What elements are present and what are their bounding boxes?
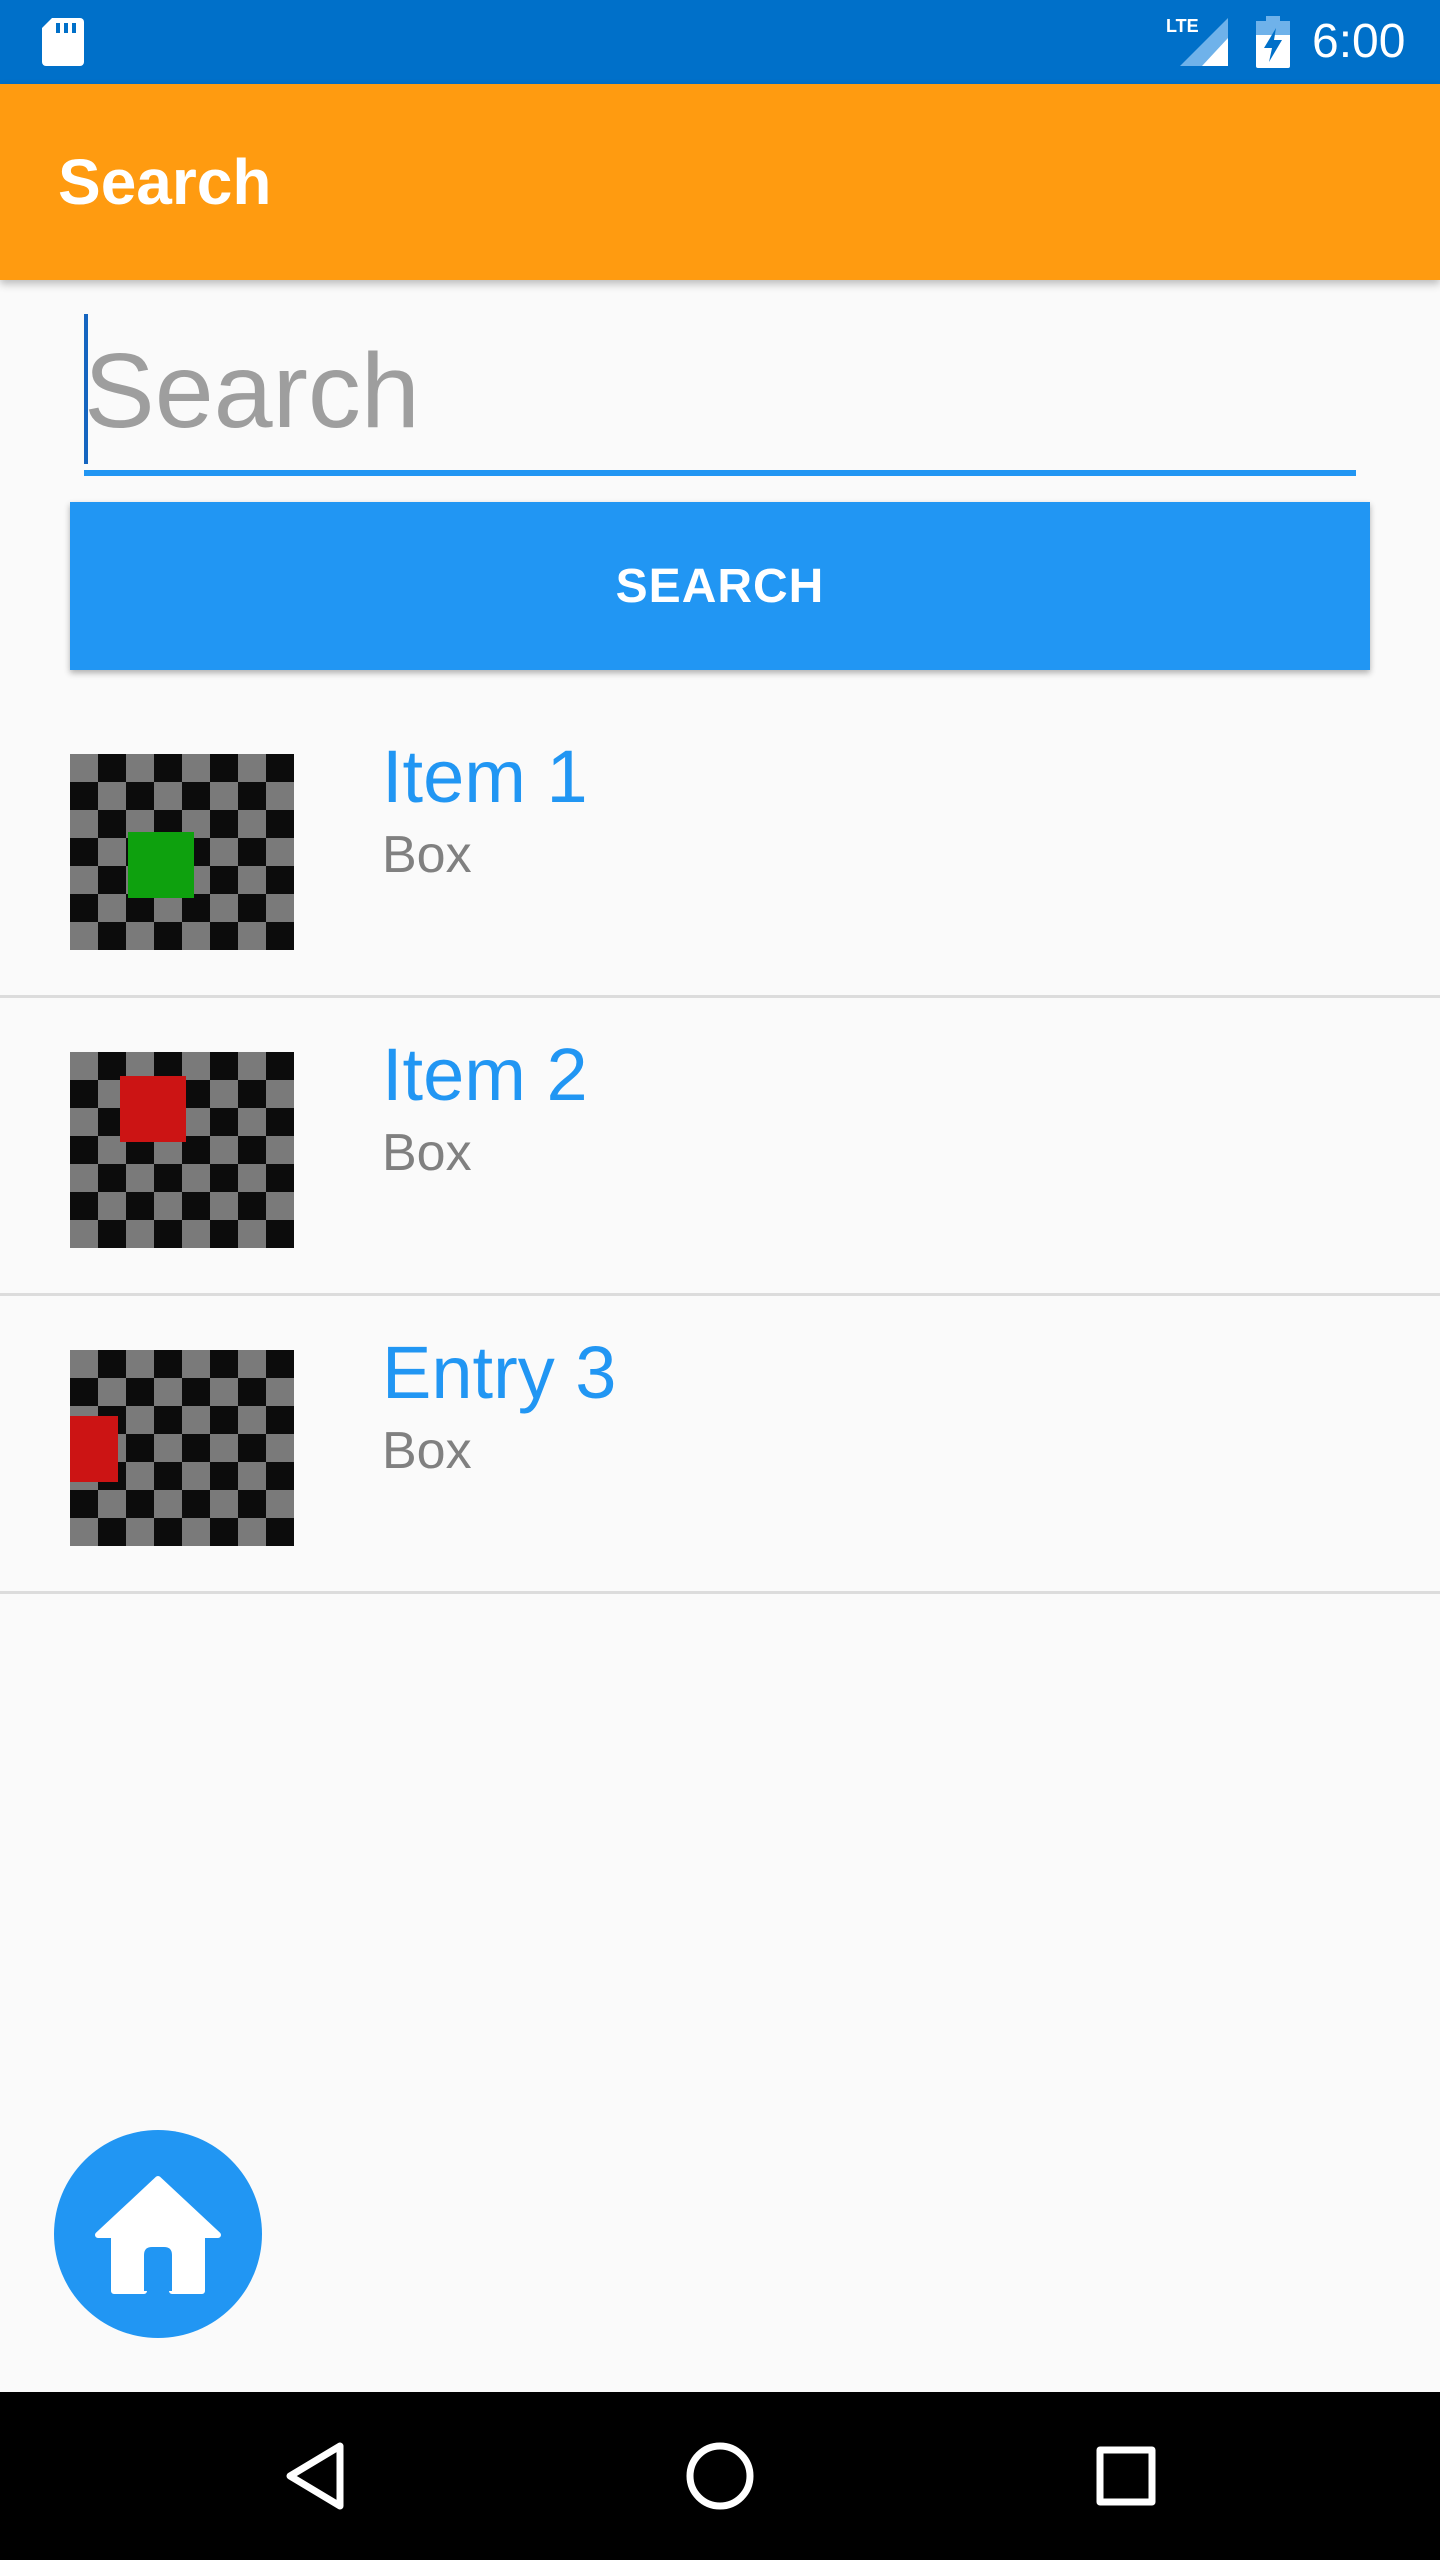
item-title: Entry 3 <box>382 1331 617 1414</box>
item-marker <box>70 1416 118 1482</box>
battery-charging-icon <box>1256 16 1290 68</box>
app-bar: Search <box>0 84 1440 280</box>
search-input[interactable] <box>84 312 1356 470</box>
item-marker <box>128 832 194 898</box>
list-item[interactable]: Item 1 Box <box>0 700 1440 998</box>
item-thumbnail <box>70 1350 294 1546</box>
item-thumbnail <box>70 754 294 950</box>
lte-signal-icon: LTE <box>1166 16 1228 66</box>
list-item[interactable]: Entry 3 Box <box>0 1296 1440 1594</box>
lte-label: LTE <box>1166 16 1199 36</box>
list-item[interactable]: Item 2 Box <box>0 998 1440 1296</box>
search-field[interactable] <box>84 312 1356 476</box>
sd-card-icon <box>42 18 84 66</box>
status-bar: LTE 6:00 <box>0 0 1440 84</box>
item-thumbnail <box>70 1052 294 1248</box>
home-circle-icon[interactable] <box>680 2436 760 2516</box>
status-clock: 6:00 <box>1312 15 1406 68</box>
item-marker <box>120 1076 186 1142</box>
home-icon <box>95 2176 221 2294</box>
back-icon[interactable] <box>276 2436 356 2516</box>
item-title: Item 1 <box>382 735 588 818</box>
item-subtitle: Box <box>382 826 472 884</box>
item-subtitle: Box <box>382 1422 472 1480</box>
search-button[interactable]: SEARCH <box>70 502 1370 670</box>
navigation-bar <box>0 2392 1440 2560</box>
home-fab-button[interactable] <box>54 2130 262 2338</box>
text-cursor <box>84 314 88 464</box>
item-subtitle: Box <box>382 1124 472 1182</box>
page-title: Search <box>58 146 272 218</box>
recents-icon[interactable] <box>1086 2436 1166 2516</box>
item-title: Item 2 <box>382 1033 588 1116</box>
